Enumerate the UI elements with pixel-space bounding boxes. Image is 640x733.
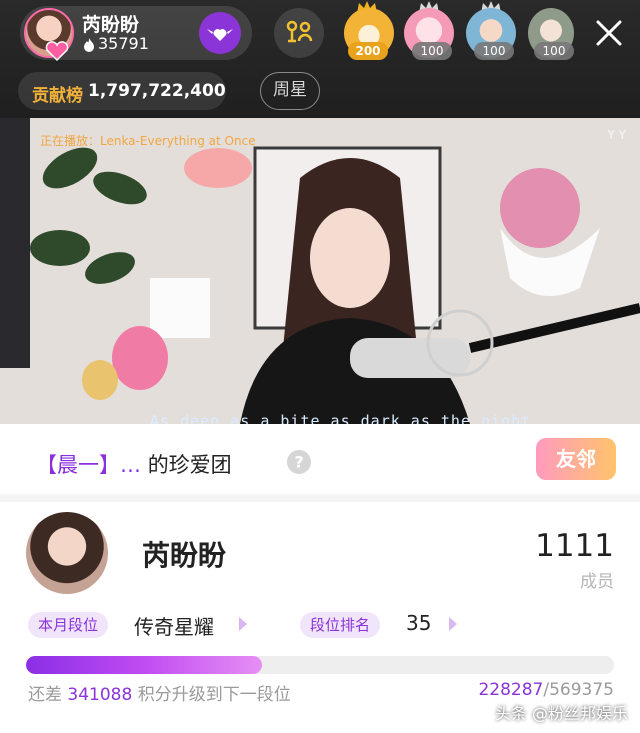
progress-needed-text: 还差 341088 积分升级到下一段位 [28, 680, 291, 705]
follow-button[interactable] [199, 12, 241, 54]
mic-people-icon [286, 20, 313, 43]
progress-score-text: 228287/569375 [478, 680, 614, 700]
progress-prefix: 还差 [28, 685, 62, 705]
svg-text:?: ? [294, 453, 303, 472]
stream-scene [0, 118, 640, 424]
lyrics-subtitle: As deep as a bite as dark as the night [150, 412, 532, 424]
heart-wing-icon [207, 29, 233, 41]
progress-suffix: 积分升级到下一段位 [137, 685, 291, 705]
flame-icon [84, 38, 94, 52]
tier-progress-bar [26, 656, 614, 674]
viewer-badge-2: 100 [412, 42, 452, 60]
rank-value: 35 [406, 611, 432, 635]
heart-badge-icon [45, 41, 69, 62]
group-avatar[interactable] [26, 512, 108, 594]
viewer-badge-3: 100 [474, 42, 514, 60]
progress-current: 228287 [478, 680, 544, 700]
host-name: 芮盼盼 [82, 14, 140, 36]
viewer-badge-4: 100 [534, 42, 574, 60]
rank-tag: 段位排名 [300, 612, 381, 638]
host-fans-count: 35791 [98, 34, 149, 53]
neighbor-button[interactable]: 友邻 [536, 438, 616, 480]
help-icon[interactable]: ? [286, 449, 312, 475]
live-stream-video[interactable]: 正在播放：Lenka-Everything at Once Y Y As dee… [0, 118, 640, 424]
progress-total: /569375 [543, 680, 614, 700]
progress-needed: 341088 [67, 685, 133, 705]
contribution-value: 1,797,722,400 [88, 81, 226, 101]
week-star-button[interactable]: 周星 [260, 72, 320, 110]
mic-link-button[interactable] [274, 8, 324, 58]
triangle-right-icon[interactable] [448, 616, 458, 632]
fan-group-name: 的珍爱团 [147, 453, 232, 477]
tier-progress-fill [26, 656, 262, 674]
fan-group-prefix: 【晨一】… [36, 453, 141, 477]
group-host-name: 芮盼盼 [142, 539, 227, 572]
member-count: 1111 [535, 528, 614, 564]
stream-corner-mark: Y Y [607, 128, 626, 142]
close-icon[interactable] [590, 14, 628, 52]
month-tier-value: 传奇星耀 [134, 615, 214, 639]
month-tier-tag: 本月段位 [28, 612, 109, 638]
contribution-label: 贡献榜 [32, 86, 83, 106]
triangle-right-icon[interactable] [238, 616, 248, 632]
now-playing-text: 正在播放：Lenka-Everything at Once [40, 134, 256, 148]
viewer-badge-1: 200 [348, 42, 388, 60]
member-label: 成员 [580, 572, 614, 592]
fan-group-title: 【晨一】… 的珍爱团 [36, 449, 232, 479]
section-divider [0, 494, 640, 502]
watermark: 头条 @粉丝邦娱乐 [494, 704, 628, 723]
